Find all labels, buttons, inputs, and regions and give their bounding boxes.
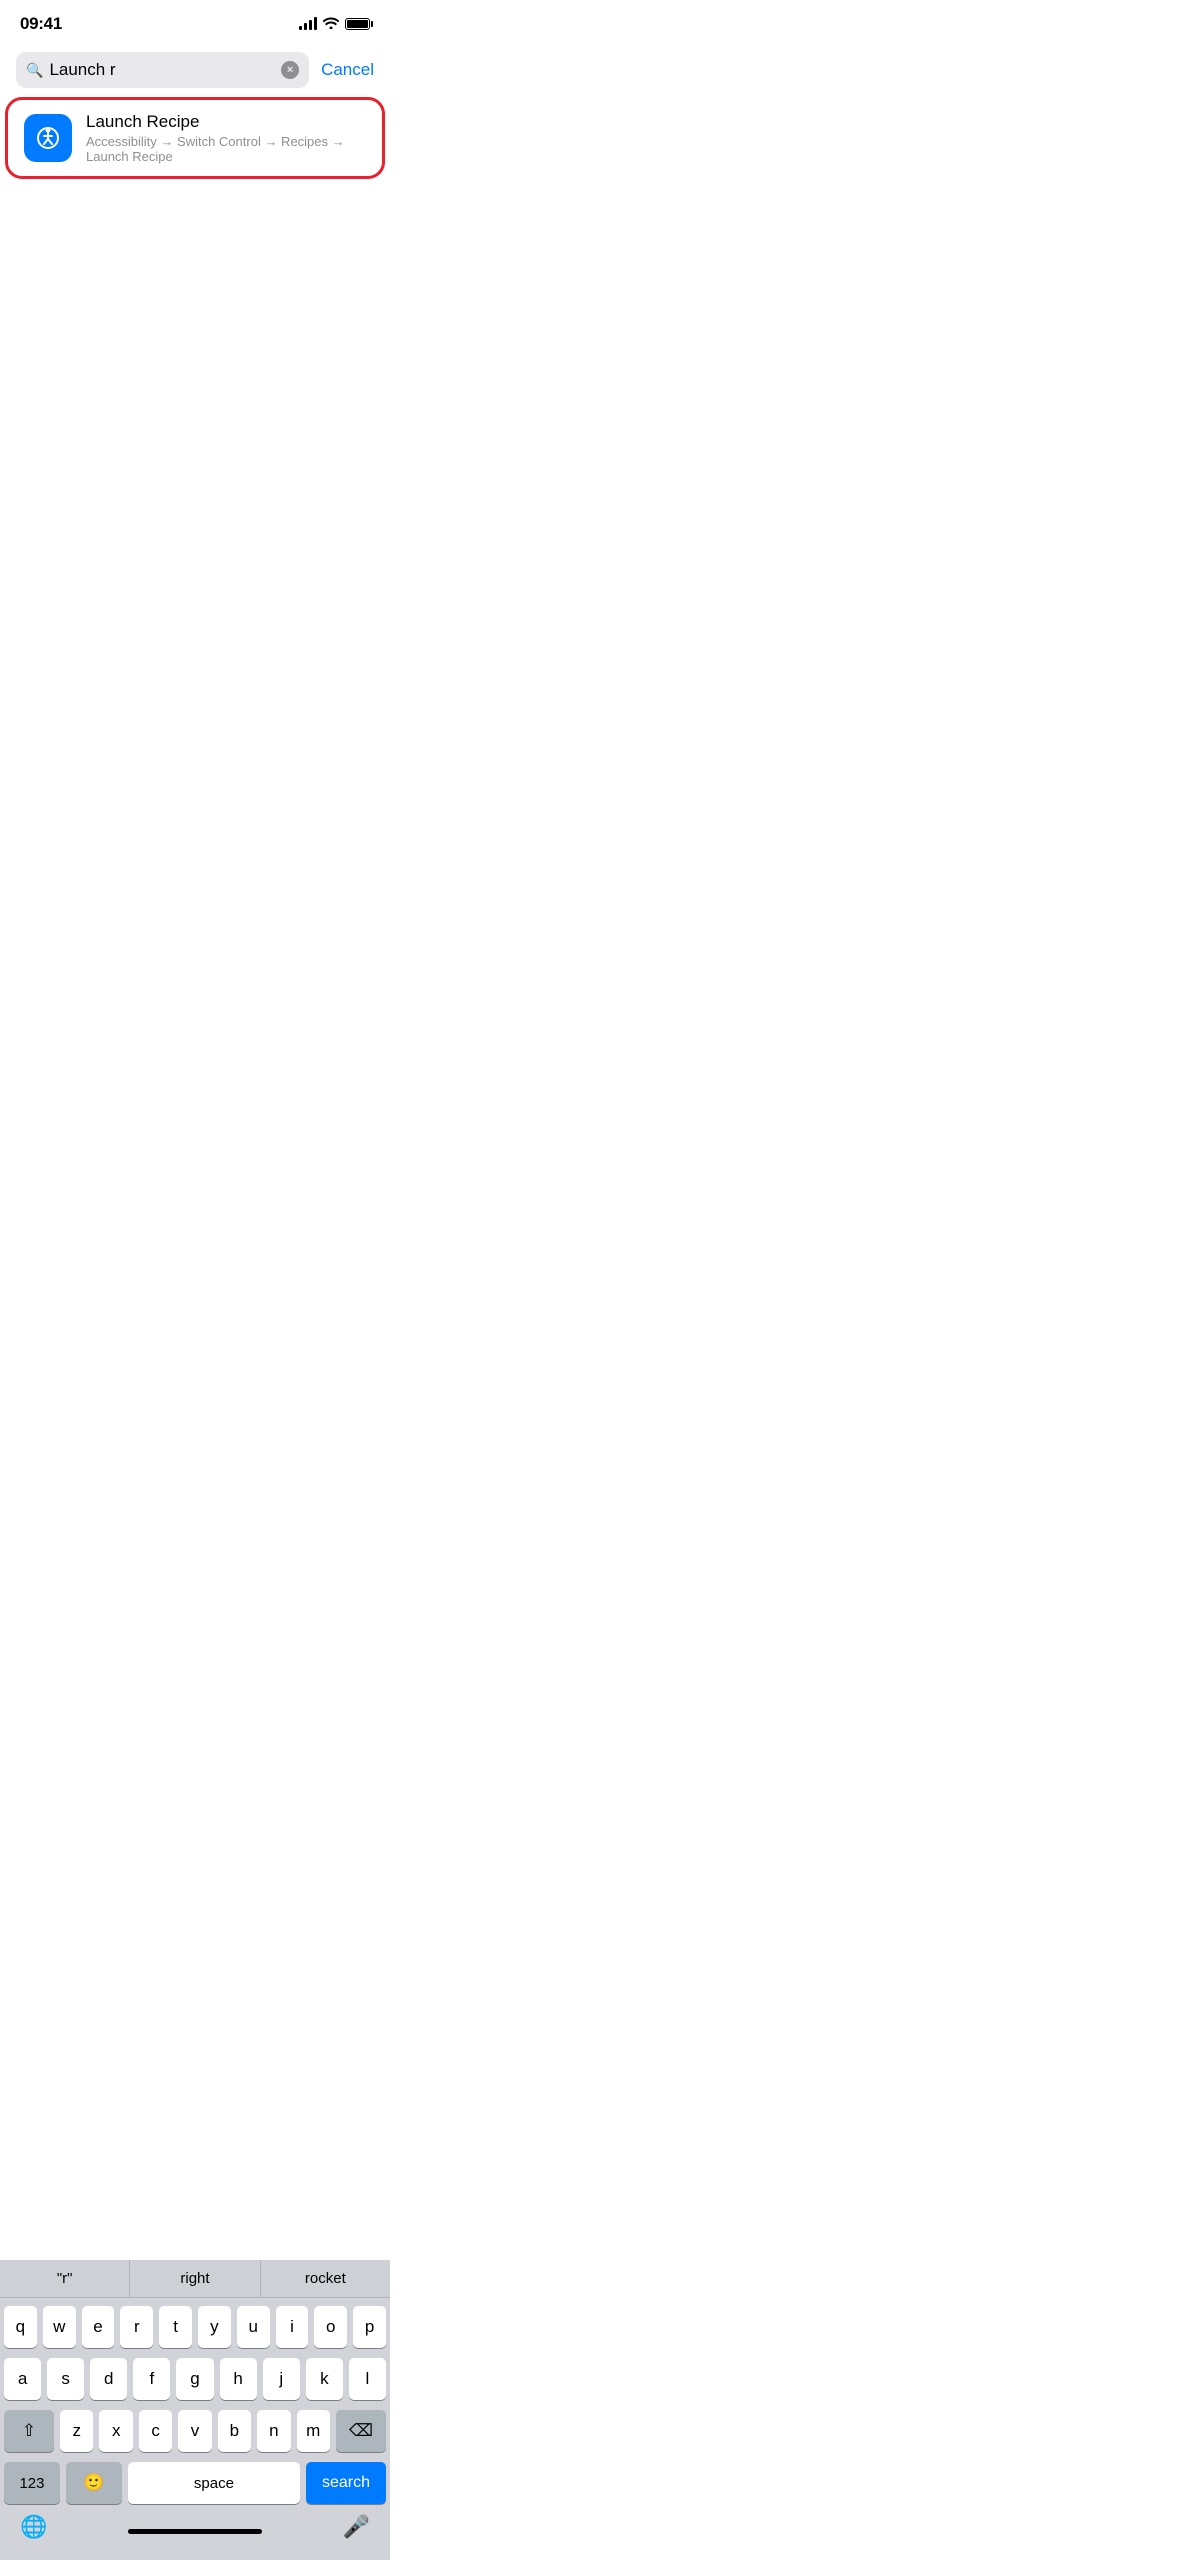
key-p[interactable]: p [353, 2306, 386, 2348]
result-title: Launch Recipe [86, 112, 366, 132]
search-field[interactable]: 🔍 Launch r × [16, 52, 309, 88]
result-text: Launch Recipe Accessibility → Switch Con… [86, 112, 366, 164]
result-icon [24, 114, 72, 162]
key-h[interactable]: h [220, 2358, 257, 2400]
key-w[interactable]: w [43, 2306, 76, 2348]
key-c[interactable]: c [139, 2410, 172, 2452]
cancel-button[interactable]: Cancel [321, 60, 374, 80]
key-z[interactable]: z [60, 2410, 93, 2452]
search-bar-container: 🔍 Launch r × Cancel [0, 44, 390, 96]
signal-icon [299, 18, 317, 30]
autocomplete-bar: "r" right rocket [0, 2260, 390, 2298]
key-v[interactable]: v [178, 2410, 211, 2452]
key-o[interactable]: o [314, 2306, 347, 2348]
keyboard-rows: q w e r t y u i o p a s d f g h j k l ⇧ … [0, 2298, 390, 2508]
wifi-icon [323, 16, 339, 32]
key-l[interactable]: l [349, 2358, 386, 2400]
search-icon: 🔍 [26, 62, 43, 79]
key-s[interactable]: s [47, 2358, 84, 2400]
status-icons [299, 16, 370, 32]
key-j[interactable]: j [263, 2358, 300, 2400]
content-area [0, 180, 390, 580]
key-f[interactable]: f [133, 2358, 170, 2400]
autocomplete-item-1[interactable]: right [130, 2260, 260, 2297]
search-result-item[interactable]: Launch Recipe Accessibility → Switch Con… [8, 100, 382, 176]
keyboard: "r" right rocket q w e r t y u i o p a s… [0, 2260, 390, 2560]
microphone-icon[interactable]: 🎤 [343, 2514, 370, 2540]
home-indicator [128, 2529, 262, 2534]
key-row-2: a s d f g h j k l [4, 2358, 386, 2400]
delete-key[interactable]: ⌫ [336, 2410, 386, 2452]
status-time: 09:41 [20, 14, 62, 34]
search-query: Launch r [49, 60, 275, 80]
result-breadcrumb: Accessibility → Switch Control → Recipes… [86, 134, 366, 164]
key-q[interactable]: q [4, 2306, 37, 2348]
key-e[interactable]: e [82, 2306, 115, 2348]
bottom-bar: 🌐 🎤 [0, 2508, 390, 2540]
globe-icon[interactable]: 🌐 [20, 2514, 47, 2540]
key-x[interactable]: x [99, 2410, 132, 2452]
autocomplete-item-2[interactable]: rocket [261, 2260, 390, 2297]
key-d[interactable]: d [90, 2358, 127, 2400]
autocomplete-item-0[interactable]: "r" [0, 2260, 130, 2297]
key-k[interactable]: k [306, 2358, 343, 2400]
battery-icon [345, 18, 370, 30]
search-key[interactable]: search [306, 2462, 386, 2504]
key-row-4: 123 🙂 space search [4, 2462, 386, 2504]
search-results: Launch Recipe Accessibility → Switch Con… [0, 100, 390, 176]
key-m[interactable]: m [297, 2410, 330, 2452]
emoji-key[interactable]: 🙂 [66, 2462, 122, 2504]
numbers-key[interactable]: 123 [4, 2462, 60, 2504]
key-u[interactable]: u [237, 2306, 270, 2348]
key-g[interactable]: g [176, 2358, 213, 2400]
key-row-3: ⇧ z x c v b n m ⌫ [4, 2410, 386, 2452]
space-key[interactable]: space [128, 2462, 300, 2504]
shift-key[interactable]: ⇧ [4, 2410, 54, 2452]
key-r[interactable]: r [120, 2306, 153, 2348]
key-i[interactable]: i [276, 2306, 309, 2348]
key-t[interactable]: t [159, 2306, 192, 2348]
status-bar: 09:41 [0, 0, 390, 44]
clear-button[interactable]: × [281, 61, 299, 79]
key-n[interactable]: n [257, 2410, 290, 2452]
key-a[interactable]: a [4, 2358, 41, 2400]
key-row-1: q w e r t y u i o p [4, 2306, 386, 2348]
key-b[interactable]: b [218, 2410, 251, 2452]
key-y[interactable]: y [198, 2306, 231, 2348]
